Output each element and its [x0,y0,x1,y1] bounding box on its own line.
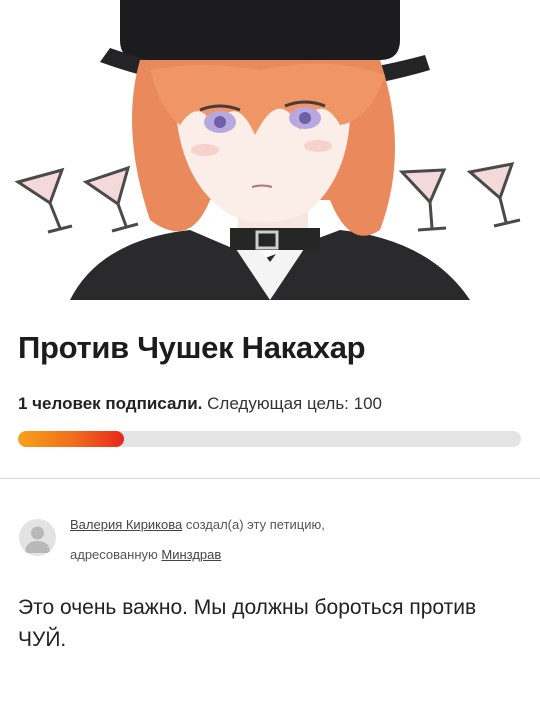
created-text: создал(а) эту петицию, [185,517,325,532]
petition-title: Против Чушек Накахар [18,330,366,365]
avatar[interactable] [19,519,56,556]
petition-cover-image [0,0,540,300]
cocktail-glass-icon [398,168,447,232]
divider [0,478,540,479]
signature-progress-bar [18,431,521,447]
next-goal-text: Следующая цель: 100 [207,394,382,413]
creator-name-link[interactable]: Валерия Кирикова [70,517,182,532]
recipient-info: адресованную Минздрав [70,547,221,562]
creator-info: Валерия Кирикова создал(а) эту петицию, [70,517,325,532]
signature-count: 1 человек подписали. Следующая цель: 100 [18,394,382,414]
cocktail-glass-icon [82,165,139,233]
signers-count-text: 1 человек подписали. [18,394,203,413]
petition-description: Это очень важно. Мы должны бороться прот… [18,596,477,651]
progress-fill [18,431,124,447]
recipient-link[interactable]: Минздрав [161,547,221,562]
cocktail-glass-icon [14,167,73,234]
user-silhouette-icon [25,526,50,553]
addressed-text: адресованную [70,547,158,562]
cocktail-glass-icon [466,162,521,228]
anime-character-illustration [14,0,521,300]
